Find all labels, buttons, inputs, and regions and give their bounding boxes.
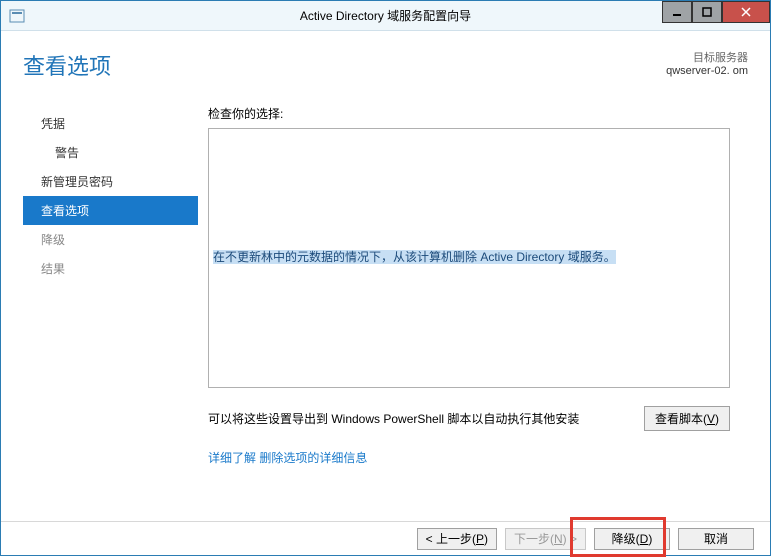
next-button: 下一步(N) > bbox=[505, 528, 586, 550]
sidebar-item-2[interactable]: 新管理员密码 bbox=[23, 167, 198, 196]
titlebar: Active Directory 域服务配置向导 bbox=[1, 1, 770, 31]
sidebar-item-4[interactable]: 降级 bbox=[23, 225, 198, 254]
close-button[interactable] bbox=[722, 1, 770, 23]
footer: < 上一步(P) 下一步(N) > 降级(D) 取消 bbox=[1, 521, 770, 555]
review-textbox[interactable]: 在不更新林中的元数据的情况下，从该计算机删除 Active Directory … bbox=[208, 128, 730, 388]
window-controls bbox=[662, 1, 770, 23]
main-pane: 检查你的选择: 在不更新林中的元数据的情况下，从该计算机删除 Active Di… bbox=[198, 105, 748, 466]
prev-button[interactable]: < 上一步(P) bbox=[417, 528, 497, 550]
review-text: 在不更新林中的元数据的情况下，从该计算机删除 Active Directory … bbox=[213, 250, 616, 264]
link-row: 详细了解 删除选项的详细信息 bbox=[208, 449, 748, 466]
check-label: 检查你的选择: bbox=[208, 105, 748, 122]
export-row: 可以将这些设置导出到 Windows PowerShell 脚本以自动执行其他安… bbox=[208, 406, 730, 431]
sidebar-item-5[interactable]: 结果 bbox=[23, 254, 198, 283]
cancel-button[interactable]: 取消 bbox=[678, 528, 754, 550]
view-script-button[interactable]: 查看脚本(V) bbox=[644, 406, 730, 431]
more-info-link[interactable]: 详细了解 删除选项的详细信息 bbox=[208, 451, 367, 465]
target-server: qwserver-02. om bbox=[666, 65, 748, 77]
sidebar-item-1[interactable]: 警告 bbox=[23, 138, 198, 167]
demote-button[interactable]: 降级(D) bbox=[594, 528, 670, 550]
window-title: Active Directory 域服务配置向导 bbox=[300, 7, 471, 24]
target-block: 目标服务器 qwserver-02. om bbox=[666, 49, 748, 77]
sidebar-item-3[interactable]: 查看选项 bbox=[23, 196, 198, 225]
export-label: 可以将这些设置导出到 Windows PowerShell 脚本以自动执行其他安… bbox=[208, 410, 579, 427]
target-label: 目标服务器 bbox=[666, 49, 748, 65]
wizard-window: Active Directory 域服务配置向导 查看选项 目标服务器 qwse… bbox=[0, 0, 771, 556]
page-title: 查看选项 bbox=[23, 49, 111, 81]
minimize-button[interactable] bbox=[662, 1, 692, 23]
maximize-button[interactable] bbox=[692, 1, 722, 23]
content-area: 查看选项 目标服务器 qwserver-02. om 凭据警告新管理员密码查看选… bbox=[1, 31, 770, 466]
app-icon bbox=[9, 8, 25, 24]
main-row: 凭据警告新管理员密码查看选项降级结果 检查你的选择: 在不更新林中的元数据的情况… bbox=[23, 105, 748, 466]
sidebar-item-0[interactable]: 凭据 bbox=[23, 109, 198, 138]
header-row: 查看选项 目标服务器 qwserver-02. om bbox=[23, 49, 748, 81]
sidebar: 凭据警告新管理员密码查看选项降级结果 bbox=[23, 105, 198, 466]
